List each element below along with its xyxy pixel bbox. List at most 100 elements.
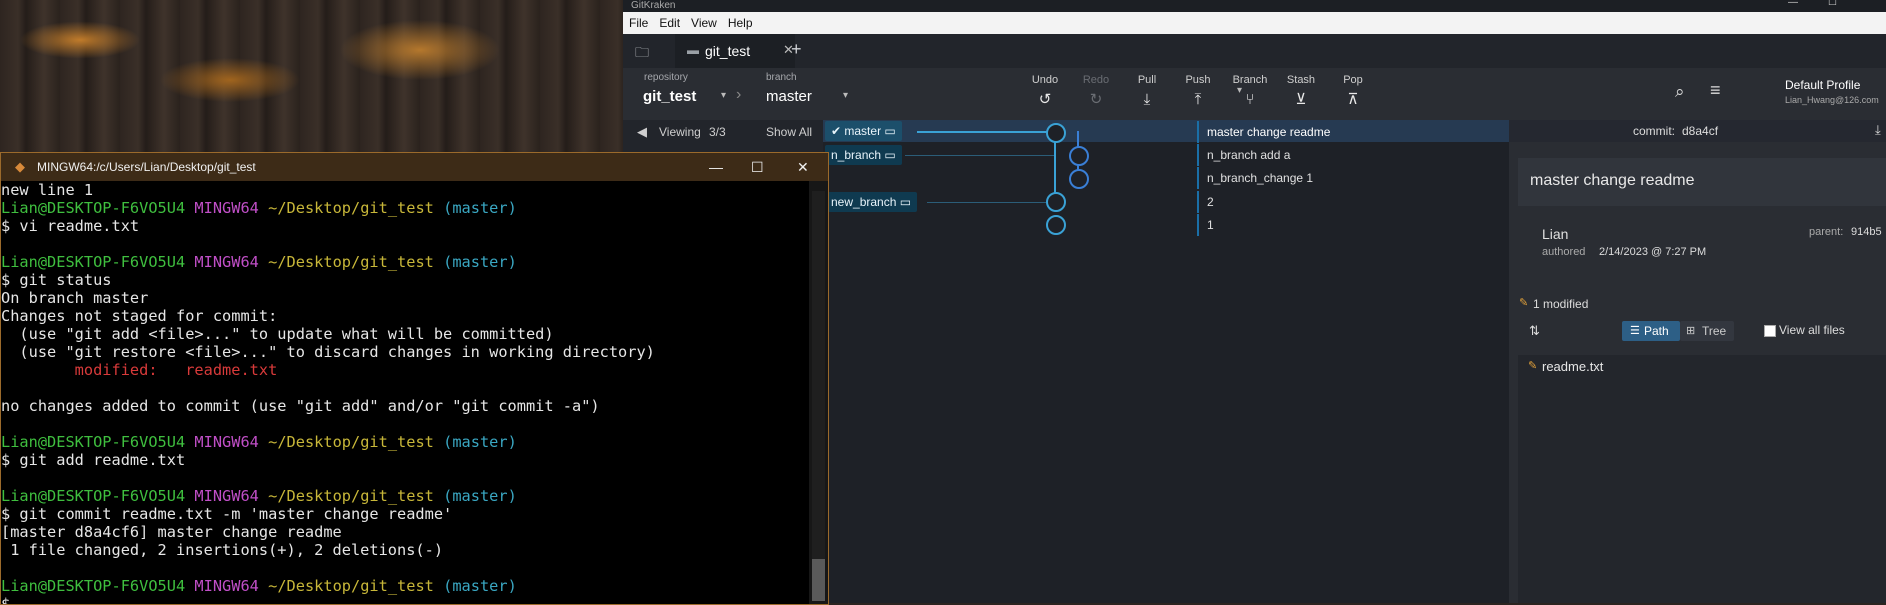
menu-edit[interactable]: Edit xyxy=(653,12,685,30)
commit-message: master change readme xyxy=(1530,172,1695,189)
list-icon: ☰ xyxy=(1630,325,1640,337)
pencil-icon: ✎ xyxy=(1519,297,1529,309)
command-line: $ git add readme.txt xyxy=(1,451,186,469)
output-line: (use "git restore <file>..." to discard … xyxy=(1,343,655,361)
parent-sha[interactable]: 914b5 xyxy=(1851,226,1882,238)
commit-sha[interactable]: d8a4cf xyxy=(1682,124,1718,138)
parent-label: parent: xyxy=(1809,226,1844,238)
commit-node[interactable] xyxy=(1069,146,1089,166)
folder-icon[interactable]: 🗀 xyxy=(635,42,649,66)
redo-icon: ↻ xyxy=(1089,91,1103,108)
minimize-icon[interactable]: — xyxy=(1788,0,1798,8)
stash-button[interactable]: Stash ⊻ xyxy=(1279,74,1323,108)
list-item[interactable]: ✎ readme.txt xyxy=(1518,355,1886,377)
ref-label: master xyxy=(844,124,882,138)
maximize-icon[interactable]: ☐ xyxy=(1828,0,1837,8)
menu-view[interactable]: View xyxy=(685,12,722,30)
path-view-button[interactable]: ☰ Path xyxy=(1622,321,1680,341)
check-icon: ✔ xyxy=(831,124,845,138)
commit-graph: ✔ master ▭ n_branch ▭ new_branch ▭ maste… xyxy=(823,120,1513,603)
gitkraken-titlebar: GitKraken — ☐ xyxy=(623,0,1886,12)
tab-git-test[interactable]: ▬ git_test ✕ xyxy=(675,34,795,68)
pop-label: Pop xyxy=(1343,74,1363,86)
chevron-down-icon[interactable]: ▾ xyxy=(843,90,848,101)
commit-message-box[interactable]: master change readme xyxy=(1518,158,1886,206)
output-line: (use "git add <file>..." to update what … xyxy=(1,325,554,343)
terminal-window: ◆ MINGW64:/c/Users/Lian/Desktop/git_test… xyxy=(0,152,829,605)
output-line: On branch master xyxy=(1,289,149,307)
terminal-output[interactable]: new line 1 Lian@DESKTOP-F6VO5U4 MINGW64 ~… xyxy=(1,181,809,604)
undo-label: Undo xyxy=(1031,74,1059,86)
redo-button[interactable]: Redo ↻ xyxy=(1074,74,1118,108)
redo-label: Redo xyxy=(1082,74,1110,86)
prompt-line: Lian@DESKTOP-F6VO5U4 MINGW64 ~/Desktop/g… xyxy=(1,487,517,505)
minimize-icon[interactable]: — xyxy=(709,153,723,181)
add-tab-icon[interactable]: + xyxy=(791,39,802,60)
commit-row[interactable]: 2 xyxy=(1197,191,1214,213)
commit-node[interactable] xyxy=(1046,192,1066,212)
tree-view-button[interactable]: ⊞ Tree xyxy=(1680,321,1734,341)
menu-help[interactable]: Help xyxy=(722,12,758,30)
commit-row[interactable]: n_branch_change 1 xyxy=(1197,167,1313,189)
show-all-button[interactable]: Show All xyxy=(766,125,812,139)
ref-n-branch[interactable]: n_branch ▭ xyxy=(825,145,902,165)
commit-row[interactable]: n_branch add a xyxy=(1197,144,1290,166)
branch-label: branch xyxy=(766,72,797,83)
toolbar: repository git_test ▾ › branch master ▾ … xyxy=(623,68,1886,120)
scrollbar[interactable] xyxy=(809,181,828,604)
branch-button[interactable]: Branch ⑂ xyxy=(1228,74,1272,108)
scrollbar-track xyxy=(812,191,825,591)
scrollbar-thumb[interactable] xyxy=(812,559,825,601)
push-button[interactable]: Push ⤒ xyxy=(1176,74,1220,108)
menu-icon[interactable]: ≡ xyxy=(1710,80,1721,101)
tree-icon: ⊞ xyxy=(1686,325,1696,337)
computer-icon: ▭ xyxy=(881,148,896,162)
ref-master[interactable]: ✔ master ▭ xyxy=(825,121,902,141)
output-line: [master d8a4cf6] master change readme xyxy=(1,523,342,541)
undo-button[interactable]: Undo ↺ xyxy=(1023,74,1067,108)
menu-file[interactable]: File xyxy=(623,12,653,30)
command-line: $ git commit readme.txt -m 'master chang… xyxy=(1,505,453,523)
ref-new-branch[interactable]: new_branch ▭ xyxy=(825,192,918,212)
pop-button[interactable]: Pop ⊼ xyxy=(1331,74,1375,108)
collapse-icon[interactable]: ◀ xyxy=(637,124,647,140)
commit-row[interactable]: 1 xyxy=(1197,214,1214,236)
push-label: Push xyxy=(1185,74,1211,86)
pop-icon: ⊼ xyxy=(1347,91,1359,108)
stash-icon: ⊻ xyxy=(1295,91,1307,108)
maximize-icon[interactable]: ☐ xyxy=(751,153,764,181)
view-all-files-checkbox[interactable] xyxy=(1764,325,1776,337)
computer-icon: ▭ xyxy=(896,195,912,209)
sort-icon[interactable]: ⇅ xyxy=(1529,323,1540,339)
output-line: new line 1 xyxy=(1,181,94,199)
menubar: File Edit View Help xyxy=(623,12,1886,34)
close-icon[interactable]: ✕ xyxy=(797,153,809,181)
view-all-files-label: View all files xyxy=(1779,323,1845,337)
commit-node[interactable] xyxy=(1046,123,1066,143)
branch-icon: ⑂ xyxy=(1245,91,1255,108)
command-line: $ git status xyxy=(1,271,112,289)
commit-row[interactable]: master change readme xyxy=(1197,121,1330,143)
profile-name[interactable]: Default Profile xyxy=(1785,78,1860,92)
terminal-titlebar[interactable]: ◆ MINGW64:/c/Users/Lian/Desktop/git_test… xyxy=(1,153,828,181)
branch-selector[interactable]: master xyxy=(766,88,812,105)
commit-node[interactable] xyxy=(1069,169,1089,189)
commit-header: commit: d8a4cf ⤓ xyxy=(1509,120,1886,142)
search-icon[interactable]: ⌕ xyxy=(1675,82,1685,102)
file-name: readme.txt xyxy=(1542,359,1604,374)
ref-connector xyxy=(917,131,1047,133)
chevron-down-icon[interactable]: ▾ xyxy=(721,90,726,101)
download-icon[interactable]: ⤓ xyxy=(1875,122,1881,138)
repository-selector[interactable]: git_test xyxy=(643,88,696,105)
prompt-line: Lian@DESKTOP-F6VO5U4 MINGW64 ~/Desktop/g… xyxy=(1,253,517,271)
tab-label: git_test xyxy=(705,43,751,59)
pull-button[interactable]: Pull ⤓ xyxy=(1125,74,1169,108)
stash-label: Stash xyxy=(1286,74,1316,86)
output-line: Changes not staged for commit: xyxy=(1,307,278,325)
commit-node[interactable] xyxy=(1046,215,1066,235)
branch-button-label: Branch xyxy=(1232,74,1268,86)
undo-icon: ↺ xyxy=(1038,91,1052,108)
